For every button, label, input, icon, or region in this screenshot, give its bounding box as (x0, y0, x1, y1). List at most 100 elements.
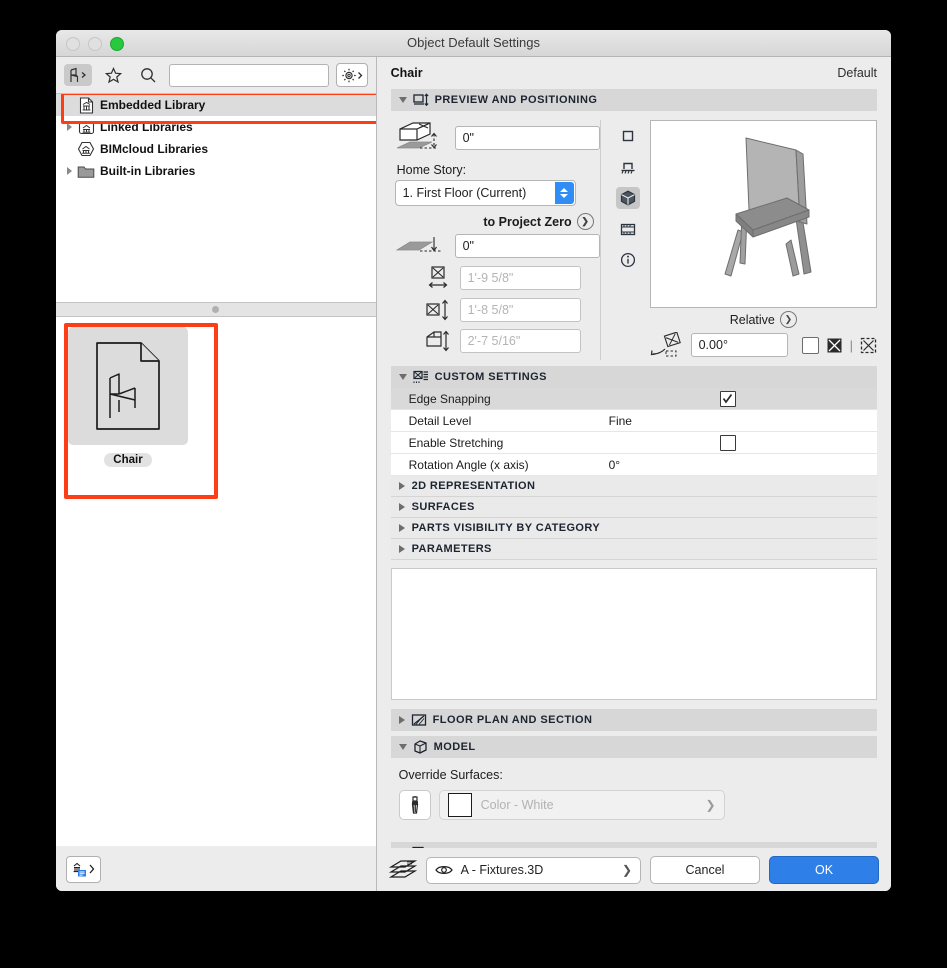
tree-item-bimcloud-libraries[interactable]: BIMcloud Libraries (56, 138, 376, 160)
mirror-solid-icon[interactable] (826, 337, 843, 354)
gear-icon[interactable] (335, 63, 368, 87)
chevron-down-icon (398, 97, 407, 103)
object-3d-preview[interactable] (649, 120, 877, 308)
subsection-title: SURFACES (411, 501, 475, 513)
info-circle-icon[interactable] (616, 249, 640, 271)
surface-select[interactable]: Color - White ❯ (438, 790, 725, 820)
settings-scroll-area[interactable]: PREVIEW AND POSITIONING 0" Home Story: 1… (377, 89, 891, 848)
table-row[interactable]: Rotation Angle (x axis) 0° (390, 454, 877, 476)
positioning-column: 0" Home Story: 1. First Floor (Current) … (391, 120, 600, 360)
divider: | (849, 337, 853, 353)
table-row[interactable]: Detail Level Fine (390, 410, 877, 432)
layer-value: A - Fixtures.3D (460, 863, 544, 877)
favorites-button[interactable] (99, 64, 127, 86)
rotation-row: 0.00° | (650, 332, 877, 358)
paint-brush-icon[interactable] (398, 790, 431, 820)
preview-view-toolbar (615, 120, 641, 360)
cancel-button[interactable]: Cancel (650, 856, 760, 884)
subsection-title: 2D REPRESENTATION (411, 480, 536, 492)
subsection-2d-representation[interactable]: 2D REPRESENTATION (390, 476, 877, 497)
subsection-surfaces[interactable]: SURFACES (390, 497, 877, 518)
row-key: Edge Snapping (408, 391, 491, 406)
rotation-angle-input[interactable]: 0.00° (690, 333, 788, 357)
elevation-to-story-icon (395, 120, 449, 156)
preview-positioning-icon (412, 93, 429, 107)
home-story-value: 1. First Floor (Current) (402, 186, 527, 200)
table-row[interactable]: Enable Stretching (390, 432, 877, 454)
tree-item-label: Built-in Libraries (100, 164, 196, 178)
chevron-right-icon (398, 716, 405, 724)
subsection-parts-visibility[interactable]: PARTS VISIBILITY BY CATEGORY (390, 518, 877, 539)
stepper-arrows-icon[interactable] (554, 182, 574, 204)
elevation-to-project-zero-icon (395, 234, 449, 258)
tree-item-label: Linked Libraries (100, 120, 193, 134)
object-type-button[interactable] (64, 64, 92, 86)
library-tree: Embedded Library Linked Libraries BIMclo… (56, 93, 376, 302)
width-input[interactable]: 1'-9 5/8" (459, 266, 581, 290)
row-value[interactable]: Fine (609, 414, 713, 428)
elevation-view-icon[interactable] (616, 156, 640, 178)
tree-item-label: Embedded Library (100, 98, 206, 112)
tree-item-built-in-libraries[interactable]: Built-in Libraries (56, 160, 376, 182)
height-input[interactable]: 2'-7 5/16" (459, 329, 581, 353)
to-project-zero-button[interactable]: to Project Zero ❯ (395, 213, 594, 230)
elevation-to-home-story-input[interactable]: 0" (454, 126, 600, 150)
dialog-footer: A - Fixtures.3D ❯ Cancel OK (377, 848, 891, 891)
search-input[interactable] (169, 63, 329, 87)
override-surfaces-label: Override Surfaces: (398, 768, 503, 782)
tree-item-embedded-library[interactable]: Embedded Library (56, 94, 376, 116)
chevron-right-icon: ❯ (705, 798, 716, 812)
table-row[interactable]: Edge Snapping (390, 388, 877, 410)
mirror-checkbox[interactable] (801, 336, 819, 354)
subsection-title: PARAMETERS (411, 543, 492, 555)
section-header-floor-plan-and-section[interactable]: FLOOR PLAN AND SECTION (390, 709, 877, 731)
list-item[interactable]: Chair (66, 327, 190, 475)
home-story-label: Home Story: (396, 163, 467, 177)
chevron-right-icon: ❯ (621, 863, 632, 877)
subsection-parameters[interactable]: PARAMETERS (390, 539, 877, 560)
section-header-model[interactable]: MODEL (390, 736, 877, 758)
panel-splitter[interactable] (56, 302, 376, 317)
preview-column: Relative ❯ 0.00° | (599, 120, 877, 360)
layer-select[interactable]: A - Fixtures.3D ❯ (425, 856, 641, 884)
tree-item-linked-libraries[interactable]: Linked Libraries (56, 116, 376, 138)
custom-settings-blank-area (390, 568, 877, 700)
library-toolbar (56, 57, 376, 93)
checkbox-unchecked (719, 434, 736, 451)
chevron-right-icon: ❯ (576, 213, 594, 230)
library-manager-icon[interactable] (66, 855, 101, 883)
elevation-to-project-zero-input[interactable]: 0" (454, 234, 600, 258)
section-header-preview-and-positioning[interactable]: PREVIEW AND POSITIONING (390, 89, 877, 111)
chevron-right-icon: ❯ (779, 311, 797, 328)
row-value[interactable]: 0° (609, 458, 713, 472)
search-icon[interactable] (134, 64, 162, 86)
edge-snapping-checkbox[interactable] (713, 390, 743, 407)
filmstrip-icon[interactable] (616, 218, 640, 240)
cube-3d-icon[interactable] (615, 187, 640, 209)
depth-row: 1'-8 5/8" (395, 298, 600, 322)
depth-input[interactable]: 1'-8 5/8" (459, 298, 581, 322)
expand-caret[interactable] (62, 167, 76, 175)
relative-button[interactable]: Relative ❯ (650, 311, 877, 328)
custom-settings-table: Edge Snapping Detail Level Fine Enable S… (390, 388, 877, 560)
library-browser-panel: Embedded Library Linked Libraries BIMclo… (56, 57, 377, 891)
section-header-custom-settings[interactable]: CUSTOM SETTINGS (390, 366, 877, 388)
mirror-dashed-icon[interactable] (860, 337, 877, 354)
eye-icon (434, 864, 453, 876)
relative-label: Relative (729, 312, 775, 327)
home-story-select[interactable]: 1. First Floor (Current) (394, 180, 576, 206)
expand-caret[interactable] (62, 123, 76, 131)
override-surfaces-row: Color - White ❯ (398, 790, 877, 820)
ok-button[interactable]: OK (769, 856, 879, 884)
layers-icon[interactable] (388, 859, 417, 881)
section-title: FLOOR PLAN AND SECTION (432, 714, 593, 726)
height-icon (425, 330, 451, 352)
chevron-right-icon (398, 503, 405, 511)
symbol-2d-icon[interactable] (616, 125, 640, 147)
project-zero-label: to Project Zero (483, 214, 572, 229)
model-body: Override Surfaces: Color - White ❯ (391, 758, 877, 830)
window-title: Object Default Settings (407, 35, 540, 50)
library-footer (56, 846, 376, 891)
depth-icon (425, 299, 451, 321)
enable-stretching-checkbox[interactable] (713, 434, 743, 451)
